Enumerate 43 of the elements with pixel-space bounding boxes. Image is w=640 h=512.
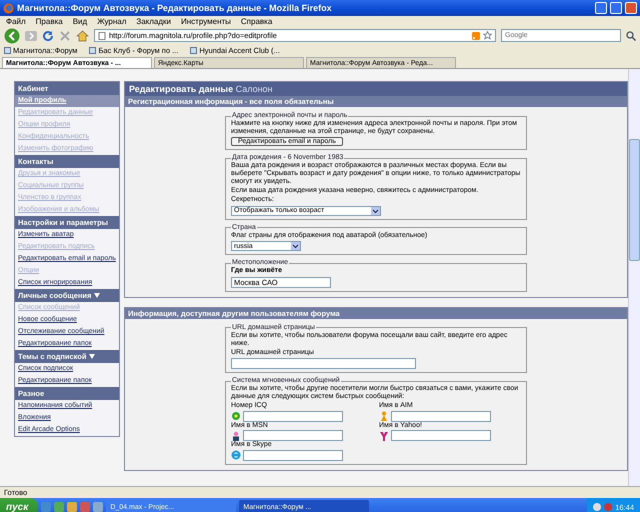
menu-item[interactable]: Инструменты — [181, 16, 231, 26]
forward-icon[interactable] — [25, 30, 37, 42]
scrollbar[interactable] — [628, 69, 640, 486]
msn-icon — [231, 430, 241, 440]
input-field[interactable] — [391, 430, 491, 441]
back-icon[interactable] — [4, 28, 20, 44]
page-icon — [4, 46, 11, 54]
menu-item[interactable]: Закладки — [136, 16, 172, 26]
input-field[interactable] — [391, 410, 491, 422]
stop-icon[interactable] — [59, 30, 71, 42]
menu-item[interactable]: Журнал — [97, 16, 126, 26]
star-icon[interactable] — [483, 31, 492, 40]
rss-icon[interactable] — [472, 32, 480, 40]
input-field[interactable] — [243, 450, 343, 460]
quick-launch-icon[interactable] — [54, 502, 64, 512]
page-icon — [190, 46, 198, 54]
dropdown-arrow-icon[interactable] — [291, 242, 300, 250]
menu-item[interactable]: Правка — [36, 16, 63, 26]
quick-launch-icon[interactable] — [67, 502, 78, 512]
search-icon[interactable] — [626, 30, 636, 40]
window-title: Магнитола::Форум Автозвука - Редактировать данные - Mozilla Firefox — [17, 3, 333, 13]
aim-icon — [379, 411, 389, 421]
quick-launch-icon[interactable] — [93, 502, 104, 512]
maximize-button[interactable] — [610, 2, 622, 14]
browser-icon — [3, 2, 14, 14]
input-field[interactable] — [243, 410, 343, 422]
minimize-button[interactable] — [595, 2, 607, 14]
home-icon[interactable] — [76, 30, 89, 42]
menu-item[interactable]: Вид — [72, 16, 88, 26]
start-button[interactable]: пуск — [0, 498, 38, 512]
caret-icon — [88, 354, 95, 359]
close-button[interactable] — [625, 2, 637, 14]
input-field[interactable] — [243, 430, 343, 441]
menu-item[interactable]: Справка — [240, 16, 272, 26]
skype-icon — [231, 450, 241, 460]
input-field[interactable] — [231, 358, 416, 369]
reload-icon[interactable] — [42, 30, 54, 42]
dropdown-arrow-icon[interactable] — [371, 206, 380, 214]
menu-item[interactable]: Файл — [6, 16, 26, 26]
icq-icon — [231, 411, 241, 421]
caret-icon — [94, 293, 100, 298]
yahoo-icon — [379, 430, 389, 440]
page-title: Редактировать данные Салонон — [125, 82, 627, 96]
